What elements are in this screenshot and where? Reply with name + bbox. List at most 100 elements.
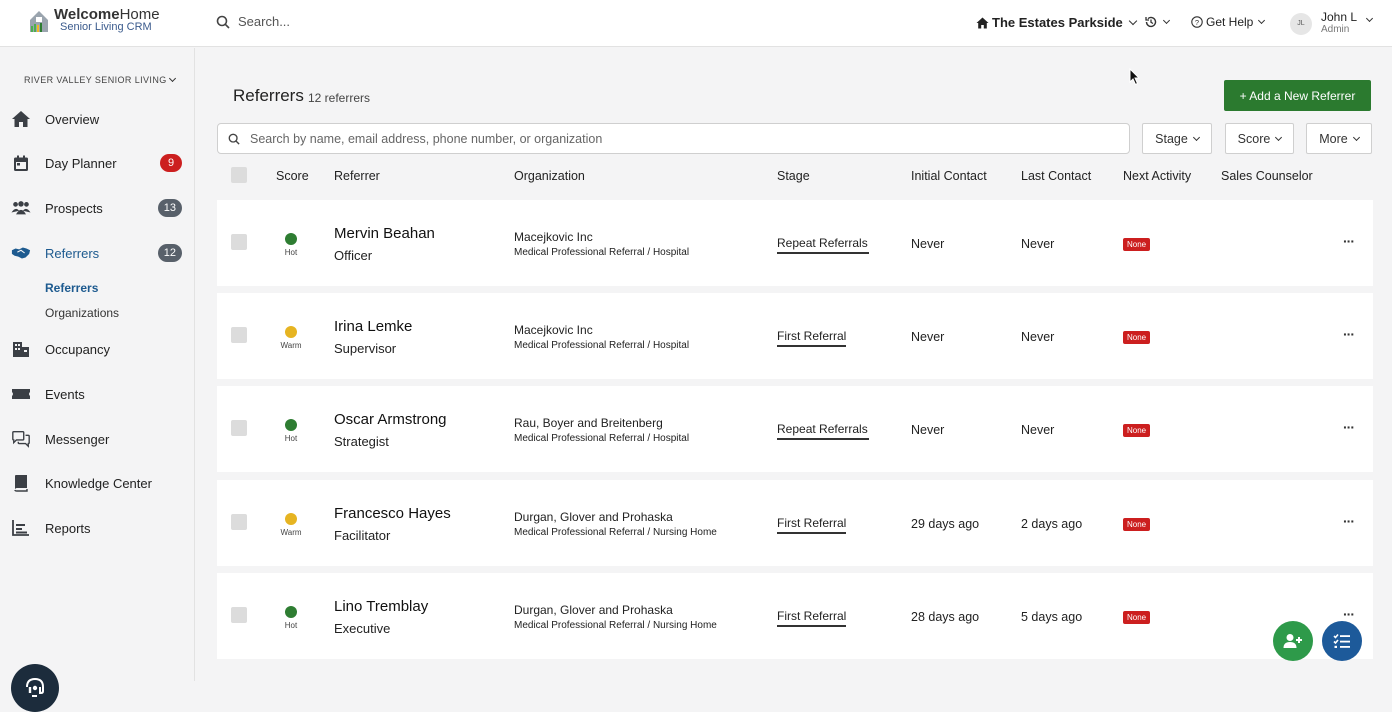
row-checkbox[interactable] [231,420,247,436]
score-indicator [285,513,297,525]
checklist-icon [1333,633,1350,648]
handshake-icon [11,243,31,263]
avatar: JL [1290,12,1312,35]
referrer-title: Officer [334,248,373,263]
table-row[interactable]: Hot Lino Tremblay Executive Durgan, Glover … [217,573,1373,659]
column-header-score[interactable]: Score [276,169,309,183]
task-list-button[interactable] [1322,621,1362,661]
help-chat-button[interactable] [11,664,59,712]
global-search[interactable]: Search... [216,14,290,29]
row-checkbox[interactable] [231,607,247,623]
score-filter-label: Score [1237,131,1271,146]
referrer-title: Facilitator [334,528,391,543]
organization-name[interactable]: Durgan, Glover and Prohaska [514,510,673,524]
row-checkbox[interactable] [231,327,247,343]
column-header-last-contact[interactable]: Last Contact [1021,169,1091,183]
referrer-name[interactable]: Francesco Hayes [334,505,451,522]
initial-contact: Never [911,423,945,437]
row-more-actions-button[interactable]: ··· [1343,419,1355,435]
building-icon [11,339,31,359]
more-filter-button[interactable]: More [1306,123,1372,154]
org-selector[interactable]: RIVER VALLEY SENIOR LIVING [24,74,176,85]
main-content: Referrers 12 referrers + Add a New Refer… [196,48,1392,681]
search-icon [216,15,230,29]
table-row[interactable]: Hot Mervin Beahan Officer Macejkovic Inc Med… [217,200,1373,286]
stage-label[interactable]: Repeat Referrals [777,422,868,439]
global-search-input[interactable]: Search... [238,14,290,29]
sidebar-item-reports[interactable]: Reports [0,513,195,543]
sidebar-item-day-planner[interactable]: Day Planner 9 [0,148,195,178]
score-filter-button[interactable]: Score [1225,123,1294,154]
community-selector[interactable]: The Estates Parkside [976,15,1138,30]
row-more-actions-button[interactable]: ··· [1343,326,1355,342]
chevron-down-icon [1352,133,1360,141]
score-label: Hot [284,621,298,630]
stage-label[interactable]: First Referral [777,609,846,626]
row-checkbox[interactable] [231,514,247,530]
referrer-name[interactable]: Lino Tremblay [334,598,428,615]
page-title: Referrers [233,86,304,105]
referrer-search-input[interactable]: Search by name, email address, phone num… [217,123,1130,154]
last-contact: Never [1021,330,1055,344]
sidebar-item-events[interactable]: Events [0,379,195,409]
brand-subtitle: Senior Living CRM [60,21,152,33]
sidebar-item-messenger[interactable]: Messenger [0,424,195,454]
stage-progress-bar [777,345,846,347]
table-row[interactable]: Warm Francesco Hayes Facilitator Durgan, Gl… [217,480,1373,566]
row-checkbox[interactable] [231,234,247,250]
stage-label[interactable]: First Referral [777,516,846,533]
column-header-stage[interactable]: Stage [777,169,810,183]
last-contact: 2 days ago [1021,517,1083,531]
referrer-name[interactable]: Irina Lemke [334,318,412,335]
people-icon [11,198,31,218]
brand-name: WelcomeHome [54,6,160,23]
subnav-organizations[interactable]: Organizations [45,306,119,320]
sidebar-item-knowledge-center[interactable]: Knowledge Center [0,468,195,498]
organization-name[interactable]: Macejkovic Inc [514,230,593,244]
add-person-button[interactable] [1273,621,1313,661]
stage-filter-button[interactable]: Stage [1142,123,1212,154]
next-activity-badge: None [1123,518,1151,531]
sidebar-item-prospects[interactable]: Prospects 13 [0,193,195,223]
table-row[interactable]: Warm Irina Lemke Supervisor Macejkovic Inc M… [217,293,1373,379]
sidebar-item-referrers[interactable]: Referrers 12 [0,238,195,268]
next-activity-badge: None [1123,238,1151,251]
subnav-referrers[interactable]: Referrers [45,281,98,295]
column-header-organization[interactable]: Organization [514,169,585,183]
row-more-actions-button[interactable]: ··· [1343,513,1355,529]
referrers-count-badge: 12 [157,244,182,262]
organization-name[interactable]: Durgan, Glover and Prohaska [514,603,673,617]
organization-type: Medical Professional Referral / Hospital [514,340,690,351]
stage-label[interactable]: Repeat Referrals [777,236,868,253]
table-row[interactable]: Hot Oscar Armstrong Strategist Rau, Boyer a… [217,386,1373,472]
sidebar-item-overview[interactable]: Overview [0,104,195,134]
chevron-down-icon [1128,16,1138,25]
organization-name[interactable]: Rau, Boyer and Breitenberg [514,416,663,430]
score-label: Warm [280,528,302,537]
logo[interactable]: WelcomeHome Senior Living CRM [28,6,160,34]
column-header-initial-contact[interactable]: Initial Contact [911,169,987,183]
chevron-down-icon [168,74,176,83]
add-referrer-button[interactable]: + Add a New Referrer [1224,80,1371,111]
score-label: Warm [280,341,302,350]
referrer-name[interactable]: Mervin Beahan [334,225,435,242]
column-header-referrer[interactable]: Referrer [334,169,380,183]
chevron-down-icon [1258,16,1266,24]
referrer-name[interactable]: Oscar Armstrong [334,411,447,428]
column-header-next-activity[interactable]: Next Activity [1123,169,1191,183]
user-menu[interactable]: JL John L Admin [1290,11,1374,36]
last-contact: Never [1021,237,1055,251]
org-name: RIVER VALLEY SENIOR LIVING [24,75,167,85]
get-help-menu[interactable]: ? Get Help [1191,15,1266,29]
stage-filter-label: Stage [1155,131,1188,146]
row-more-actions-button[interactable]: ··· [1343,606,1355,622]
row-more-actions-button[interactable]: ··· [1343,233,1355,249]
organization-name[interactable]: Macejkovic Inc [514,323,593,337]
history-menu[interactable] [1144,15,1171,29]
sidebar-item-occupancy[interactable]: Occupancy [0,334,195,364]
column-header-sales-counselor[interactable]: Sales Counselor [1221,169,1313,183]
chevron-down-icon [1192,133,1200,141]
initial-contact: 28 days ago [911,610,980,624]
select-all-checkbox[interactable] [231,167,247,183]
stage-label[interactable]: First Referral [777,329,846,346]
